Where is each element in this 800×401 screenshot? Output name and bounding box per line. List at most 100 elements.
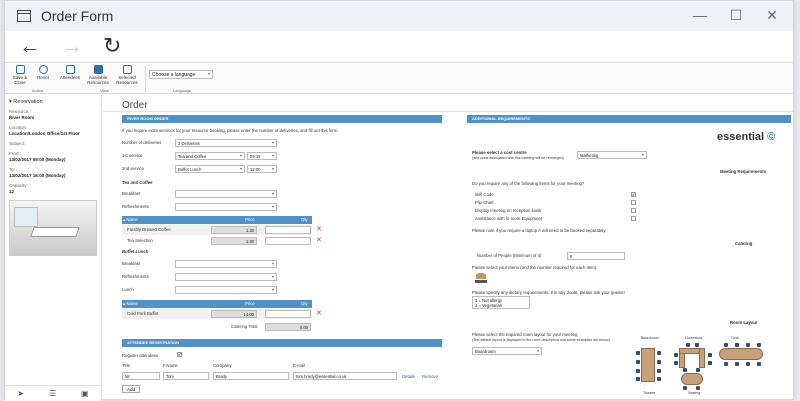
remove-item-icon[interactable]: ✕ — [316, 237, 322, 244]
image-icon[interactable]: ▣ — [81, 389, 89, 398]
people-input[interactable]: 6 — [567, 252, 625, 260]
language-group-label: Language — [173, 88, 191, 93]
forward-arrow-icon[interactable]: → — [61, 35, 83, 57]
ribbon: Save & Close Reset Attendees Available R… — [5, 62, 793, 94]
attendee-company-input[interactable]: Brady — [213, 372, 289, 380]
close-button[interactable]: ✕ — [763, 7, 781, 24]
item-wifi-label: Wifi Code — [475, 192, 494, 197]
minimize-button[interactable]: — — [691, 7, 709, 23]
cost-centre-label: Please select a cost centre — [472, 150, 527, 155]
layout-note: (The default layout is displayed in the … — [472, 338, 610, 342]
lunch-label: Lunch — [122, 287, 134, 292]
items-question: Do you require any of the following item… — [472, 181, 585, 186]
tea-table-header — [122, 216, 312, 224]
register-attendees-label: Register attendees — [122, 353, 159, 358]
item-kiosk-checkbox[interactable] — [631, 208, 636, 213]
available-resources-button[interactable]: Available Resources — [85, 65, 111, 85]
item-assistance-checkbox[interactable] — [631, 216, 636, 221]
item-qty-input[interactable] — [265, 237, 311, 245]
remove-item-icon[interactable]: ✕ — [316, 310, 322, 317]
attendee-fname-input[interactable]: Tom — [163, 372, 209, 380]
breakfast-select-2[interactable] — [175, 260, 277, 268]
order-intro: If you require extra services for your r… — [122, 128, 339, 133]
action-group-label: Action — [32, 88, 44, 93]
cost-centre-select[interactable]: Marketing — [577, 151, 647, 159]
nav-bar: ← → ↻ — [5, 31, 793, 61]
refresh-icon[interactable]: ↻ — [103, 35, 121, 57]
item-flipchart-checkbox[interactable] — [631, 200, 636, 205]
item-name: Freshly Brewed Coffee — [127, 227, 171, 232]
field-to: To: 13/02/2017 16:00 (Monday) — [9, 167, 66, 178]
second-service-label: 2nd service — [122, 166, 144, 171]
catering-total-label: Catering Total — [231, 324, 258, 329]
layout-label: Please select the required room layout f… — [472, 332, 578, 337]
window-icon — [17, 10, 31, 22]
breakfast-label: Breakfast — [122, 191, 141, 196]
dietary-textarea[interactable]: 1 = Nut allergy 2 = Vegetarian — [472, 296, 530, 309]
second-service-select[interactable]: Buffet Lunch — [175, 165, 245, 173]
item-name: Tea Selection — [127, 238, 153, 243]
second-service-time[interactable]: 12:00 — [247, 165, 277, 173]
field-resource: Resource: River Room — [9, 109, 35, 120]
num-deliveries-select[interactable]: 2 Deliveries — [175, 139, 277, 147]
add-attendee-button[interactable]: Add — [122, 385, 141, 393]
remove-item-icon[interactable]: ✕ — [316, 226, 322, 233]
people-label: Number of People (Minimum of 4) — [477, 253, 542, 258]
layout-type-label: Seating — [688, 391, 701, 395]
refreshments-select-1[interactable] — [175, 203, 277, 211]
refreshments-select-2[interactable] — [175, 273, 277, 281]
dietary-label: Please specify any dietary requirements;… — [472, 290, 625, 295]
catering-total-value: 0.00 — [265, 323, 311, 331]
selected-resources-button[interactable]: Selected Resources — [114, 65, 140, 85]
reservation-header[interactable]: ▾ Reservation — [5, 95, 101, 107]
item-qty-input[interactable] — [265, 310, 311, 318]
attendee-email-input[interactable]: tom.brady@essential.co.uk — [293, 372, 397, 380]
laptop-note: Please note if you require a laptop it w… — [472, 228, 607, 233]
river-room-order-bar: RIVER ROOM ORDER — [122, 115, 442, 123]
title-bar: Order Form — ☐ ✕ — [5, 1, 793, 31]
language-select[interactable]: Choose a language — [149, 70, 213, 79]
item-qty-input[interactable] — [265, 226, 311, 234]
remove-link[interactable]: Remove — [422, 374, 438, 379]
reset-button[interactable]: Reset — [36, 65, 50, 80]
buffet-lunch-heading: Buffet Lunch — [122, 249, 149, 254]
maximize-button[interactable]: ☐ — [727, 7, 745, 24]
first-service-select[interactable]: Tea and Coffee — [175, 152, 245, 160]
additional-requirements-bar: ADDITIONAL REQUIREMENTS — [467, 115, 791, 123]
attendees-button[interactable]: Attendees — [59, 65, 81, 80]
room-layout-heading: Room Layout — [730, 320, 758, 325]
details-link[interactable]: Details — [402, 374, 415, 379]
window-title: Order Form — [41, 8, 114, 24]
order-form-window: Order Form — ☐ ✕ ← → ↻ Save & Close Rese… — [4, 0, 794, 401]
menu-icon[interactable] — [475, 273, 487, 284]
people-icon — [65, 65, 75, 74]
list-icon[interactable]: ☰ — [49, 389, 56, 398]
ribbon-separator — [145, 66, 146, 92]
refreshments-label: Refreshments — [122, 274, 149, 279]
layout-type-label: Boardroom — [641, 336, 659, 340]
navigate-icon[interactable]: ➤ — [17, 389, 24, 398]
layout-select[interactable]: Boardroom — [472, 347, 542, 355]
back-arrow-icon[interactable]: ← — [19, 35, 41, 57]
item-flipchart-label: Flip Chart — [475, 200, 494, 205]
register-attendees-checkbox[interactable] — [177, 352, 182, 357]
field-subject: Subject: — [9, 141, 26, 146]
col-email: E-mail — [293, 363, 306, 368]
view-group-label: View — [100, 88, 109, 93]
breakfast-select-1[interactable] — [175, 190, 277, 198]
first-service-time[interactable]: 09:15 — [247, 152, 277, 160]
col-qty: Qty — [301, 301, 308, 306]
attendee-title-input[interactable]: Mr — [122, 372, 160, 380]
col-price: Price — [245, 301, 255, 306]
save-close-button[interactable]: Save & Close — [11, 65, 29, 85]
item-price: 1.30 — [211, 237, 257, 245]
item-price: 1.30 — [211, 226, 257, 234]
meeting-requirements-heading: Meeting Requirements — [720, 169, 767, 174]
item-wifi-checkbox[interactable] — [631, 192, 636, 197]
col-qty: Qty — [301, 217, 308, 222]
lunch-select[interactable] — [175, 286, 277, 294]
col-fname: F.Name — [163, 363, 178, 368]
main-content: Order RIVER ROOM ORDER If you require ex… — [103, 95, 793, 401]
field-capacity: Capacity: 12 — [9, 183, 28, 194]
checkbox-icon — [122, 65, 132, 74]
